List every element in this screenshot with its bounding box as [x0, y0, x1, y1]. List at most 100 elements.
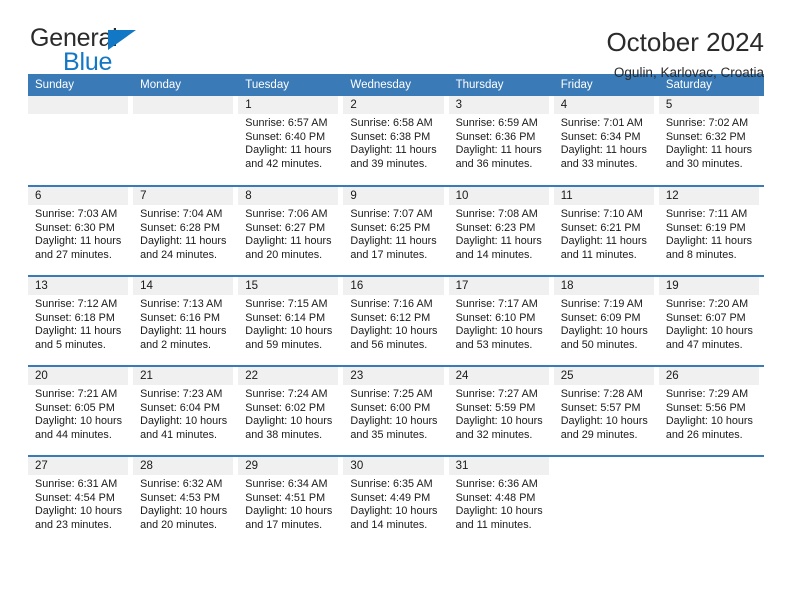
calendar-day-cell[interactable]: 30 Sunrise: 6:35 AM Sunset: 4:49 PM Dayligh…	[343, 455, 449, 546]
calendar-day-cell[interactable]: 18 Sunrise: 7:19 AM Sunset: 6:09 PM Dayligh…	[553, 275, 659, 366]
calendar-day-cell[interactable]: 4 Sunrise: 7:01 AM Sunset: 6:34 PM Daylight…	[553, 96, 659, 186]
day-sun-info: Sunrise: 7:12 AM Sunset: 6:18 PM Daylight:…	[28, 295, 128, 352]
daylight-duration-line2: and 20 minutes.	[245, 248, 323, 261]
sunset-time: Sunset: 6:00 PM	[350, 401, 431, 414]
calendar-day-cell[interactable]: 9 Sunrise: 7:07 AM Sunset: 6:25 PM Daylight…	[343, 185, 449, 276]
calendar-day-cell[interactable]: 2 Sunrise: 6:58 AM Sunset: 6:38 PM Daylight…	[343, 96, 448, 186]
sunrise-time: Sunrise: 6:57 AM	[245, 117, 328, 129]
calendar-day-cell[interactable]: 25 Sunrise: 7:28 AM Sunset: 5:57 PM Dayligh…	[553, 365, 659, 456]
sunset-time: Sunset: 6:27 PM	[245, 221, 326, 234]
day-cell-inner: 4 Sunrise: 7:01 AM Sunset: 6:34 PM Daylight…	[553, 96, 659, 184]
daylight-duration-line1: Daylight: 10 hours	[665, 325, 753, 338]
calendar-day-cell[interactable]: 11 Sunrise: 7:10 AM Sunset: 6:21 PM Dayligh…	[553, 185, 659, 276]
calendar-day-cell	[658, 455, 764, 546]
calendar-day-cell[interactable]: 10 Sunrise: 7:08 AM Sunset: 6:23 PM Dayligh…	[448, 185, 554, 276]
daylight-duration-line1: Daylight: 10 hours	[140, 505, 228, 518]
day-sun-info: Sunrise: 7:06 AM Sunset: 6:27 PM Daylight:…	[238, 205, 338, 262]
sunrise-time: Sunrise: 6:58 AM	[350, 117, 433, 129]
sunrise-time: Sunrise: 7:10 AM	[560, 208, 643, 220]
sunset-time: Sunset: 6:19 PM	[665, 221, 746, 234]
day-sun-info: Sunrise: 7:25 AM Sunset: 6:00 PM Daylight:…	[343, 385, 443, 442]
day-cell-inner: 18 Sunrise: 7:19 AM Sunset: 6:09 PM Dayligh…	[553, 277, 659, 365]
daylight-duration-line2: and 14 minutes.	[350, 518, 428, 531]
calendar-day-cell	[28, 96, 133, 186]
day-cell-inner: 26 Sunrise: 7:29 AM Sunset: 5:56 PM Dayligh…	[658, 367, 764, 455]
day-sun-info: Sunrise: 6:34 AM Sunset: 4:51 PM Daylight:…	[238, 475, 338, 532]
sunset-time: Sunset: 6:25 PM	[350, 221, 431, 234]
sunrise-time: Sunrise: 6:31 AM	[35, 478, 118, 490]
daylight-duration-line1: Daylight: 10 hours	[560, 325, 648, 338]
calendar-day-cell[interactable]: 27 Sunrise: 6:31 AM Sunset: 4:54 PM Dayligh…	[28, 455, 134, 546]
daylight-duration-line2: and 23 minutes.	[35, 518, 112, 531]
general-blue-logo: General Blue	[28, 26, 178, 82]
daylight-duration-line2: and 27 minutes.	[35, 248, 112, 261]
day-cell-inner: 31 Sunrise: 6:36 AM Sunset: 4:48 PM Dayligh…	[448, 457, 554, 545]
calendar-day-cell[interactable]: 5 Sunrise: 7:02 AM Sunset: 6:32 PM Daylight…	[658, 96, 764, 186]
daylight-duration-line1: Daylight: 10 hours	[245, 325, 333, 338]
calendar-week-row: 13 Sunrise: 7:12 AM Sunset: 6:18 PM Dayligh…	[28, 275, 764, 366]
calendar-day-cell[interactable]: 28 Sunrise: 6:32 AM Sunset: 4:53 PM Dayligh…	[133, 455, 239, 546]
day-cell-inner: 19 Sunrise: 7:20 AM Sunset: 6:07 PM Dayligh…	[658, 277, 764, 365]
day-number	[133, 96, 234, 114]
calendar-day-cell[interactable]: 22 Sunrise: 7:24 AM Sunset: 6:02 PM Dayligh…	[238, 365, 344, 456]
calendar-day-cell[interactable]: 31 Sunrise: 6:36 AM Sunset: 4:48 PM Dayligh…	[448, 455, 554, 546]
calendar-day-cell[interactable]: 3 Sunrise: 6:59 AM Sunset: 6:36 PM Daylight…	[448, 96, 554, 186]
day-cell-inner: 2 Sunrise: 6:58 AM Sunset: 6:38 PM Daylight…	[343, 96, 448, 184]
sunset-time: Sunset: 4:51 PM	[245, 491, 326, 504]
logo-text-blue: Blue	[63, 48, 113, 76]
day-sun-info: Sunrise: 7:21 AM Sunset: 6:05 PM Daylight:…	[28, 385, 128, 442]
calendar-day-cell[interactable]: 24 Sunrise: 7:27 AM Sunset: 5:59 PM Dayligh…	[448, 365, 554, 456]
sunset-time: Sunset: 6:10 PM	[455, 311, 536, 324]
calendar-day-cell[interactable]: 7 Sunrise: 7:04 AM Sunset: 6:28 PM Daylight…	[133, 185, 239, 276]
calendar-day-cell[interactable]: 8 Sunrise: 7:06 AM Sunset: 6:27 PM Daylight…	[238, 185, 344, 276]
daylight-duration-line1: Daylight: 10 hours	[455, 325, 543, 338]
daylight-duration-line1: Daylight: 10 hours	[455, 415, 543, 428]
sunrise-time: Sunrise: 7:04 AM	[140, 208, 223, 220]
day-number: 6	[28, 187, 129, 205]
day-cell-inner	[133, 96, 238, 184]
daylight-duration-line1: Daylight: 10 hours	[665, 415, 753, 428]
day-sun-info: Sunrise: 7:07 AM Sunset: 6:25 PM Daylight:…	[343, 205, 443, 262]
sunrise-time: Sunrise: 7:29 AM	[665, 388, 749, 400]
calendar-week-row: 6 Sunrise: 7:03 AM Sunset: 6:30 PM Daylight…	[28, 185, 764, 276]
sunrise-sunset-calendar: Sunday Monday Tuesday Wednesday Thursday…	[28, 74, 764, 546]
day-cell-inner: 28 Sunrise: 6:32 AM Sunset: 4:53 PM Dayligh…	[133, 457, 238, 545]
calendar-day-cell[interactable]: 16 Sunrise: 7:16 AM Sunset: 6:12 PM Dayligh…	[343, 275, 449, 366]
day-number: 10	[448, 187, 549, 205]
sunrise-time: Sunrise: 7:01 AM	[560, 117, 643, 129]
daylight-duration-line2: and 38 minutes.	[245, 428, 323, 441]
sunset-time: Sunset: 6:07 PM	[665, 311, 746, 324]
daylight-duration-line1: Daylight: 11 hours	[665, 235, 753, 248]
sunrise-time: Sunrise: 7:25 AM	[350, 388, 433, 400]
sunset-time: Sunset: 4:48 PM	[455, 491, 536, 504]
calendar-day-cell[interactable]: 13 Sunrise: 7:12 AM Sunset: 6:18 PM Dayligh…	[28, 275, 134, 366]
calendar-day-cell[interactable]: 1 Sunrise: 6:57 AM Sunset: 6:40 PM Daylight…	[238, 96, 343, 186]
day-sun-info: Sunrise: 7:01 AM Sunset: 6:34 PM Daylight:…	[554, 114, 654, 171]
sunrise-time: Sunrise: 7:16 AM	[350, 298, 433, 310]
sunset-time: Sunset: 5:57 PM	[560, 401, 641, 414]
day-cell-inner: 15 Sunrise: 7:15 AM Sunset: 6:14 PM Dayligh…	[238, 277, 343, 365]
sunset-time: Sunset: 6:02 PM	[245, 401, 326, 414]
calendar-day-cell[interactable]: 20 Sunrise: 7:21 AM Sunset: 6:05 PM Dayligh…	[28, 365, 134, 456]
day-sun-info: Sunrise: 7:10 AM Sunset: 6:21 PM Daylight:…	[554, 205, 654, 262]
calendar-day-cell[interactable]: 23 Sunrise: 7:25 AM Sunset: 6:00 PM Dayligh…	[343, 365, 449, 456]
calendar-day-cell[interactable]: 15 Sunrise: 7:15 AM Sunset: 6:14 PM Dayligh…	[238, 275, 344, 366]
calendar-day-cell[interactable]: 12 Sunrise: 7:11 AM Sunset: 6:19 PM Dayligh…	[658, 185, 764, 276]
calendar-day-cell[interactable]: 6 Sunrise: 7:03 AM Sunset: 6:30 PM Daylight…	[28, 185, 134, 276]
day-cell-inner: 6 Sunrise: 7:03 AM Sunset: 6:30 PM Daylight…	[28, 187, 133, 275]
sunrise-time: Sunrise: 7:07 AM	[350, 208, 433, 220]
sunrise-time: Sunrise: 7:06 AM	[245, 208, 328, 220]
day-cell-inner	[659, 457, 764, 545]
sunset-time: Sunset: 4:49 PM	[350, 491, 431, 504]
calendar-day-cell[interactable]: 26 Sunrise: 7:29 AM Sunset: 5:56 PM Dayligh…	[658, 365, 764, 456]
day-cell-inner: 22 Sunrise: 7:24 AM Sunset: 6:02 PM Dayligh…	[238, 367, 343, 455]
calendar-day-cell[interactable]: 19 Sunrise: 7:20 AM Sunset: 6:07 PM Dayligh…	[658, 275, 764, 366]
calendar-day-cell[interactable]: 14 Sunrise: 7:13 AM Sunset: 6:16 PM Dayligh…	[133, 275, 239, 366]
day-number: 12	[658, 187, 759, 205]
calendar-day-cell[interactable]: 29 Sunrise: 6:34 AM Sunset: 4:51 PM Dayligh…	[238, 455, 344, 546]
day-number: 30	[343, 457, 444, 475]
page-title: October 2024	[606, 27, 764, 57]
calendar-day-cell[interactable]: 21 Sunrise: 7:23 AM Sunset: 6:04 PM Dayligh…	[133, 365, 239, 456]
calendar-day-cell[interactable]: 17 Sunrise: 7:17 AM Sunset: 6:10 PM Dayligh…	[448, 275, 554, 366]
sunset-time: Sunset: 5:56 PM	[665, 401, 746, 414]
